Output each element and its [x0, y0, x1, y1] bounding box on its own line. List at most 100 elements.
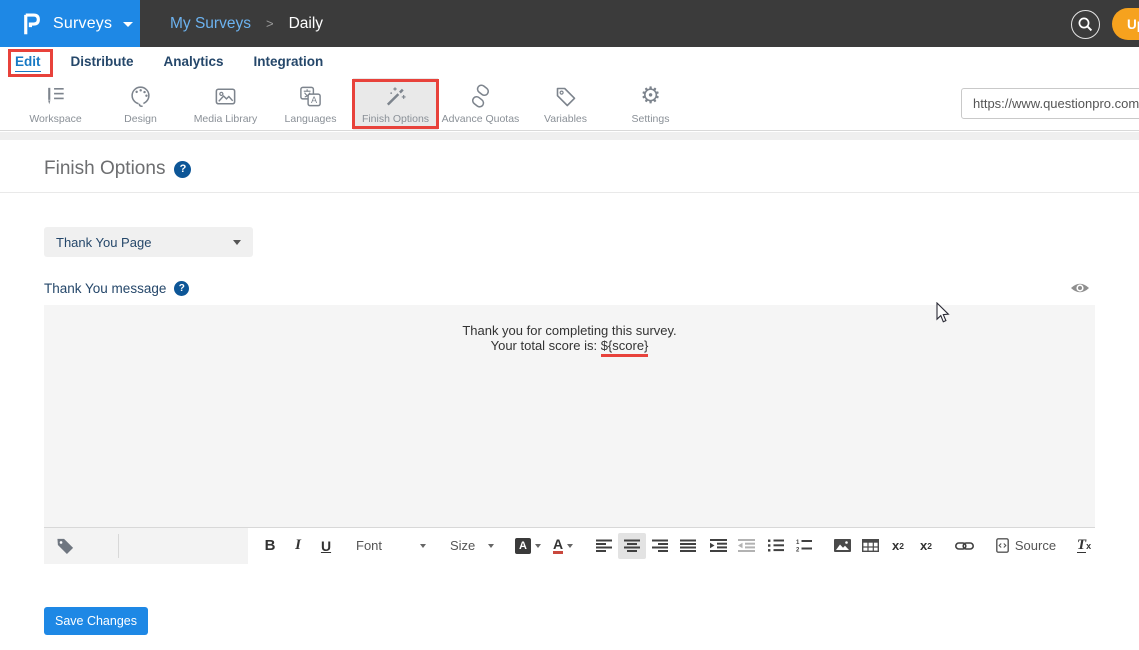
product-switcher[interactable]: Surveys	[0, 0, 140, 47]
insert-table-button[interactable]	[856, 533, 884, 559]
thank-you-message-label: Thank You message	[44, 281, 166, 296]
languages-icon: A	[298, 83, 323, 110]
tag-icon	[55, 536, 76, 555]
font-dropdown-label: Font	[356, 538, 382, 553]
size-dropdown-label: Size	[450, 538, 475, 553]
size-dropdown[interactable]: Size	[442, 533, 502, 559]
increase-indent-button[interactable]	[704, 533, 732, 559]
underline-button[interactable]: U	[314, 533, 338, 559]
source-button[interactable]: Source	[990, 533, 1062, 559]
workspace-icon	[43, 83, 68, 110]
source-doc-icon	[996, 538, 1009, 553]
insert-image-button[interactable]	[828, 533, 856, 559]
finish-type-dropdown[interactable]: Thank You Page	[44, 227, 253, 257]
tab-distribute[interactable]: Distribute	[71, 54, 134, 71]
justify-button[interactable]	[674, 533, 702, 559]
editor-line-1: Thank you for completing this survey.	[44, 324, 1095, 339]
breadcrumb-my-surveys[interactable]: My Surveys	[170, 15, 251, 33]
link-icon	[955, 541, 974, 551]
superscript-2: 2	[927, 541, 932, 551]
survey-tab-bar: Edit Distribute Analytics Integration	[0, 47, 1139, 78]
outdent-icon	[738, 539, 755, 552]
bold-button[interactable]: B	[258, 533, 282, 559]
design-palette-icon	[128, 83, 153, 110]
thank-you-message-editor[interactable]: Thank you for completing this survey. Yo…	[44, 305, 1095, 527]
italic-button[interactable]: I	[286, 533, 310, 559]
insert-variable-button[interactable]	[55, 536, 76, 555]
ribbon-item-finish-options[interactable]: Finish Options	[353, 78, 438, 130]
ribbon-item-media-library[interactable]: Media Library	[183, 78, 268, 130]
product-name: Surveys	[53, 15, 112, 33]
source-label: Source	[1015, 538, 1056, 553]
svg-text:2: 2	[796, 548, 800, 553]
tab-integration[interactable]: Integration	[254, 54, 324, 71]
align-left-button[interactable]	[590, 533, 618, 559]
breadcrumb: My Surveys > Daily	[170, 0, 323, 47]
ribbon-label: Settings	[632, 113, 670, 125]
align-left-icon	[596, 539, 612, 552]
search-icon	[1077, 16, 1094, 33]
survey-url-input[interactable]	[961, 88, 1139, 119]
subscript-x: x	[892, 538, 899, 553]
breadcrumb-separator: >	[266, 16, 274, 31]
ribbon-label: Workspace	[29, 113, 81, 125]
background-color-button[interactable]: A	[512, 533, 544, 559]
search-button[interactable]	[1071, 10, 1100, 39]
numbered-list-button[interactable]: 1 2	[790, 533, 818, 559]
ribbon-item-workspace[interactable]: Workspace	[13, 78, 98, 130]
chevron-down-icon	[123, 22, 133, 27]
ribbon-label: Variables	[544, 113, 587, 125]
ribbon-item-variables[interactable]: Variables	[523, 78, 608, 130]
ribbon-label: Design	[124, 113, 157, 125]
align-center-button[interactable]	[618, 533, 646, 559]
align-center-icon	[624, 539, 640, 552]
dropdown-selected-value: Thank You Page	[56, 235, 233, 250]
help-icon-message[interactable]: ?	[174, 281, 189, 296]
bullet-list-button[interactable]	[762, 533, 790, 559]
upgrade-button[interactable]: Up	[1112, 8, 1139, 40]
help-icon-title[interactable]: ?	[174, 161, 191, 178]
svg-text:A: A	[311, 95, 318, 105]
align-right-button[interactable]	[646, 533, 674, 559]
subscript-button[interactable]: x2	[884, 533, 912, 559]
editor-line-2: Your total score is: ${score}	[44, 339, 1095, 354]
top-header-bar: Surveys My Surveys > Daily Up	[0, 0, 1139, 47]
font-dropdown[interactable]: Font	[348, 533, 434, 559]
ribbon-item-settings[interactable]: ⚙ Settings	[608, 78, 693, 130]
tab-edit[interactable]: Edit	[15, 54, 41, 72]
divider	[0, 192, 1139, 193]
variables-tag-icon	[554, 83, 578, 110]
finish-options-panel: Finish Options ? Thank You Page Thank Yo…	[0, 140, 1139, 650]
page-title: Finish Options	[44, 158, 165, 180]
tab-analytics[interactable]: Analytics	[164, 54, 224, 71]
justify-icon	[680, 539, 696, 552]
ribbon-item-design[interactable]: Design	[98, 78, 183, 130]
ribbon-label: Advance Quotas	[442, 113, 520, 125]
table-icon	[862, 539, 879, 552]
chevron-down-icon	[488, 544, 494, 548]
remove-format-button[interactable]: Tx	[1070, 533, 1098, 559]
ribbon-item-advance-quotas[interactable]: Advance Quotas	[438, 78, 523, 130]
ribbon-label: Media Library	[194, 113, 258, 125]
toolbar-left-cell	[44, 528, 248, 564]
superscript-button[interactable]: x2	[912, 533, 940, 559]
editor-line-2-prefix: Your total score is:	[491, 338, 601, 353]
svg-text:1: 1	[796, 540, 800, 546]
text-color-button[interactable]: A	[548, 533, 578, 559]
remove-format-T: T	[1077, 538, 1086, 553]
remove-format-x: x	[1086, 541, 1091, 551]
rich-text-toolbar: B I U Font Size A A	[44, 527, 1095, 563]
image-icon	[834, 539, 851, 552]
upgrade-label: Up	[1127, 17, 1139, 32]
chevron-down-icon	[420, 544, 426, 548]
save-changes-button[interactable]: Save Changes	[44, 607, 148, 635]
superscript-x: x	[920, 538, 927, 553]
chain-links-icon	[468, 83, 493, 110]
chevron-down-icon	[535, 544, 541, 548]
indent-icon	[710, 539, 727, 552]
ribbon-item-languages[interactable]: A Languages	[268, 78, 353, 130]
preview-toggle[interactable]	[1070, 281, 1090, 295]
breadcrumb-current-survey: Daily	[289, 15, 323, 33]
decrease-indent-button[interactable]	[732, 533, 760, 559]
link-button[interactable]	[950, 533, 978, 559]
